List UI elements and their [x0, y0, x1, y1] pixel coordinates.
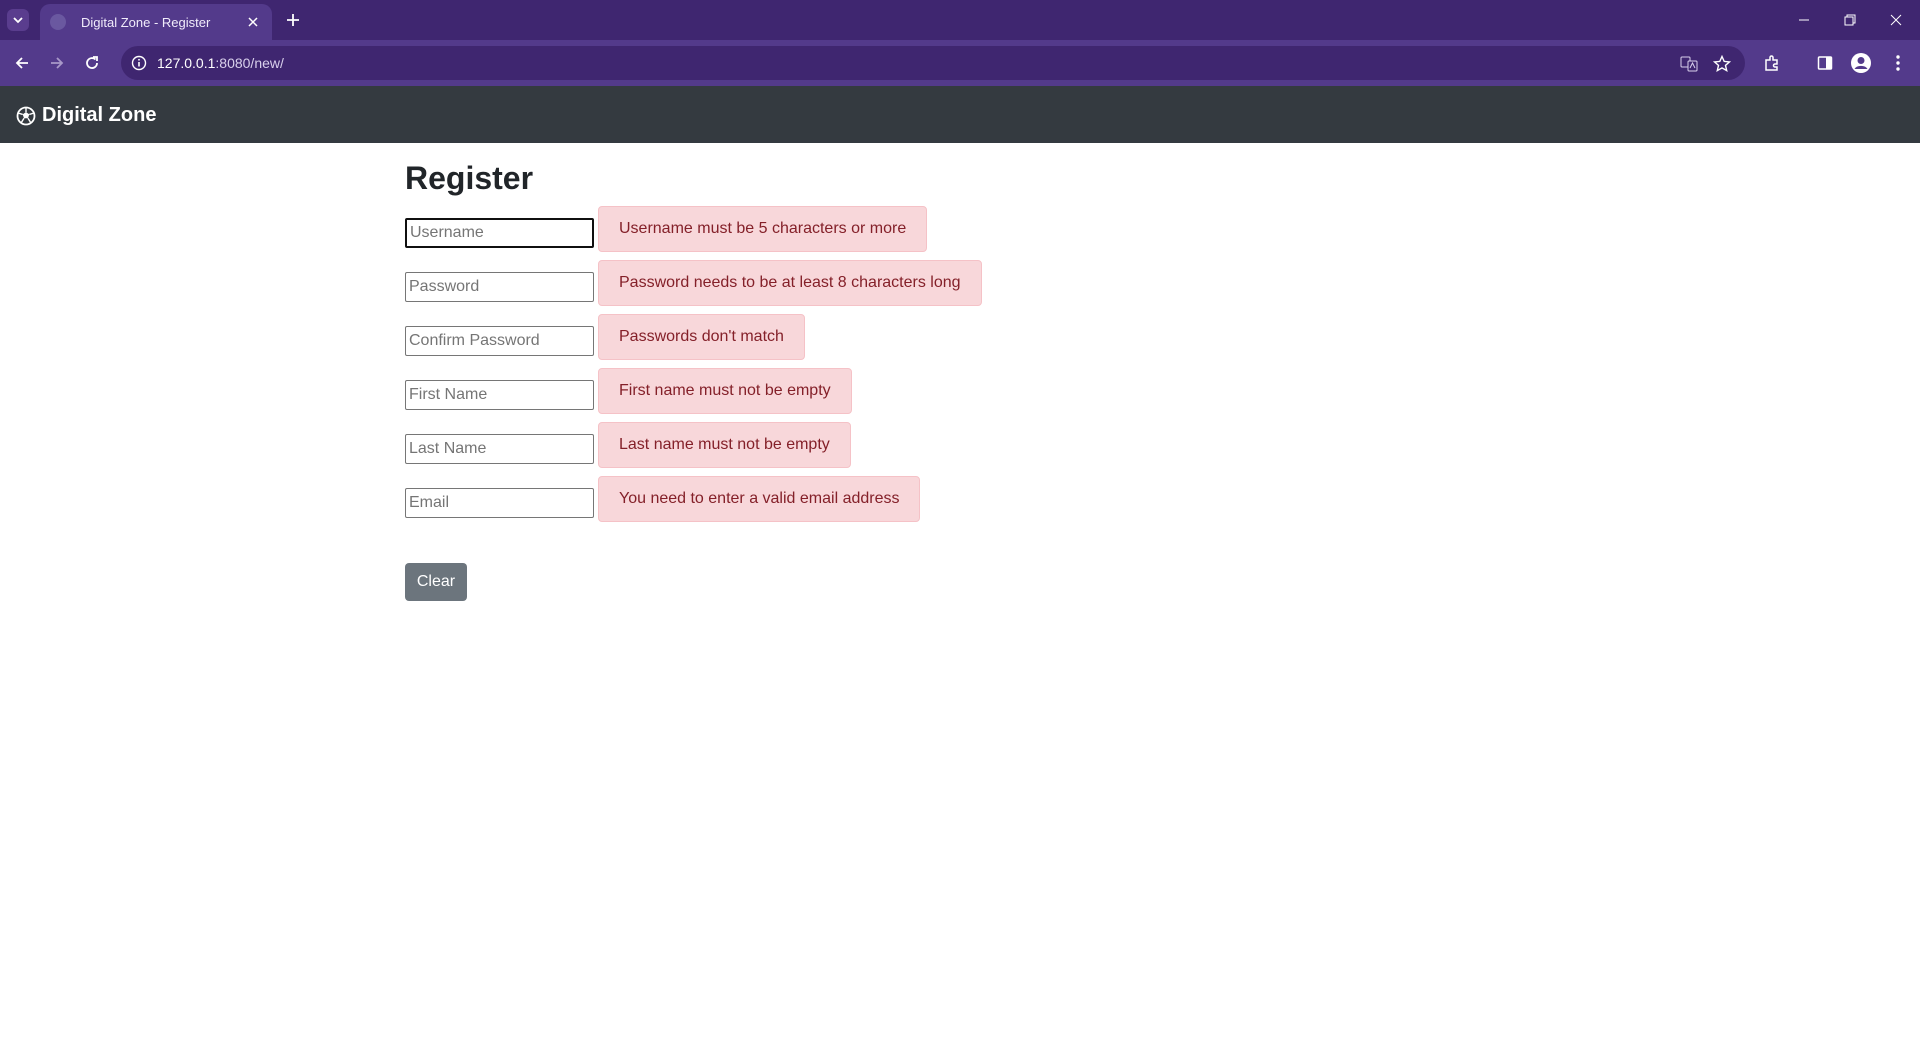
first-name-error-alert: First name must not be empty [598, 368, 852, 414]
password-input[interactable] [405, 272, 594, 302]
minimize-button[interactable] [1781, 0, 1827, 40]
bookmark-star-icon[interactable] [1712, 54, 1732, 74]
back-button[interactable] [10, 51, 34, 75]
tab-title: Digital Zone - Register [81, 14, 211, 30]
brand-link[interactable]: Digital Zone [16, 104, 156, 127]
email-input[interactable] [405, 488, 594, 518]
arrow-left-icon [15, 57, 28, 69]
close-icon [248, 17, 258, 27]
url-host: 127.0.0.1 [157, 55, 216, 71]
arrow-right-icon [51, 57, 64, 69]
username-input[interactable] [405, 218, 594, 248]
minimize-icon [1799, 19, 1809, 21]
translate-icon[interactable] [1679, 54, 1699, 74]
confirm-password-input[interactable] [405, 326, 594, 356]
side-panel-icon[interactable] [1814, 52, 1836, 74]
globe-icon [50, 14, 66, 30]
close-window-button[interactable] [1873, 0, 1919, 40]
first-name-input[interactable] [405, 380, 594, 410]
url-path: :8080/new/ [215, 55, 284, 71]
tab-close-button[interactable] [244, 13, 262, 31]
confirm-password-error-alert: Passwords don't match [598, 314, 805, 360]
forward-button[interactable] [45, 51, 69, 75]
password-error-alert: Password needs to be at least 8 characte… [598, 260, 982, 306]
restore-button[interactable] [1827, 0, 1873, 40]
site-navbar: Digital Zone [0, 86, 1920, 143]
reload-button[interactable] [80, 51, 104, 75]
plus-icon [287, 14, 299, 26]
new-tab-button[interactable] [282, 9, 304, 31]
page-title: Register [405, 160, 534, 196]
soccer-ball-icon [16, 106, 36, 126]
site-info-icon[interactable] [131, 55, 147, 71]
last-name-error-alert: Last name must not be empty [598, 422, 851, 468]
browser-toolbar: 127.0.0.1:8080/new/ [0, 40, 1920, 86]
browser-tabstrip: Digital Zone - Register [0, 0, 1920, 40]
brand-name: Digital Zone [42, 104, 157, 126]
profile-avatar-icon[interactable] [1850, 52, 1872, 74]
close-icon [1890, 14, 1902, 26]
url-text: 127.0.0.1:8080/new/ [157, 55, 284, 71]
browser-menu-icon[interactable] [1887, 52, 1909, 74]
extensions-icon[interactable] [1761, 52, 1783, 74]
last-name-input[interactable] [405, 434, 594, 464]
browser-tab[interactable]: Digital Zone - Register [40, 4, 272, 40]
reload-icon [86, 56, 98, 69]
username-error-alert: Username must be 5 characters or more [598, 206, 928, 252]
tab-search-button[interactable] [7, 9, 29, 31]
restore-icon [1844, 14, 1856, 26]
register-form: Register Username must be 5 characters o… [405, 160, 982, 522]
clear-button[interactable]: Clear [405, 563, 467, 601]
address-bar[interactable]: 127.0.0.1:8080/new/ [121, 46, 1745, 80]
chevron-down-icon [13, 17, 23, 24]
email-error-alert: You need to enter a valid email address [598, 476, 921, 522]
